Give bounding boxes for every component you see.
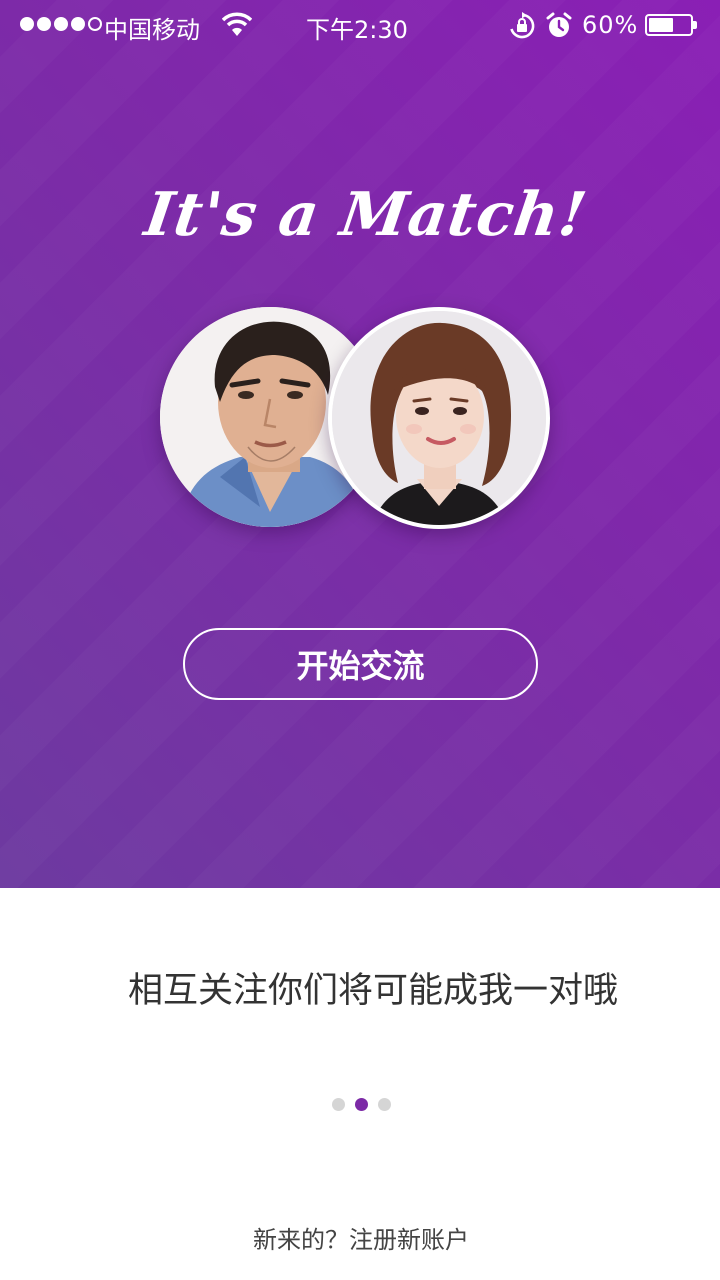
clock-time: 下午2:30 — [306, 16, 408, 44]
battery-icon — [645, 14, 697, 36]
rotation-lock-icon — [508, 12, 536, 44]
status-bar: 中国移动 下午2:30 60% — [0, 0, 720, 52]
page-dot[interactable] — [355, 1098, 368, 1111]
signal-icon — [20, 17, 102, 31]
wifi-icon — [221, 12, 253, 42]
match-title: It's a Match! — [140, 180, 592, 250]
start-chat-button[interactable]: 开始交流 — [183, 628, 538, 700]
battery-fill — [649, 18, 673, 32]
register-link[interactable]: 新来的？注册新账户 — [0, 1220, 720, 1255]
carrier-label: 中国移动 — [104, 16, 200, 44]
page-dot[interactable] — [332, 1098, 345, 1111]
onboarding-caption: 相互关注你们将可能成我一对哦 — [127, 971, 618, 1011]
match-screen: 中国移动 下午2:30 60% It's a Match! 开始交流 相互关注你… — [0, 0, 720, 1280]
female-profile-photo[interactable] — [328, 307, 550, 529]
alarm-icon — [546, 12, 572, 44]
page-indicator[interactable] — [332, 1098, 391, 1111]
female-portrait-image — [332, 311, 546, 525]
battery-percentage: 60% — [582, 11, 639, 39]
page-dot[interactable] — [378, 1098, 391, 1111]
